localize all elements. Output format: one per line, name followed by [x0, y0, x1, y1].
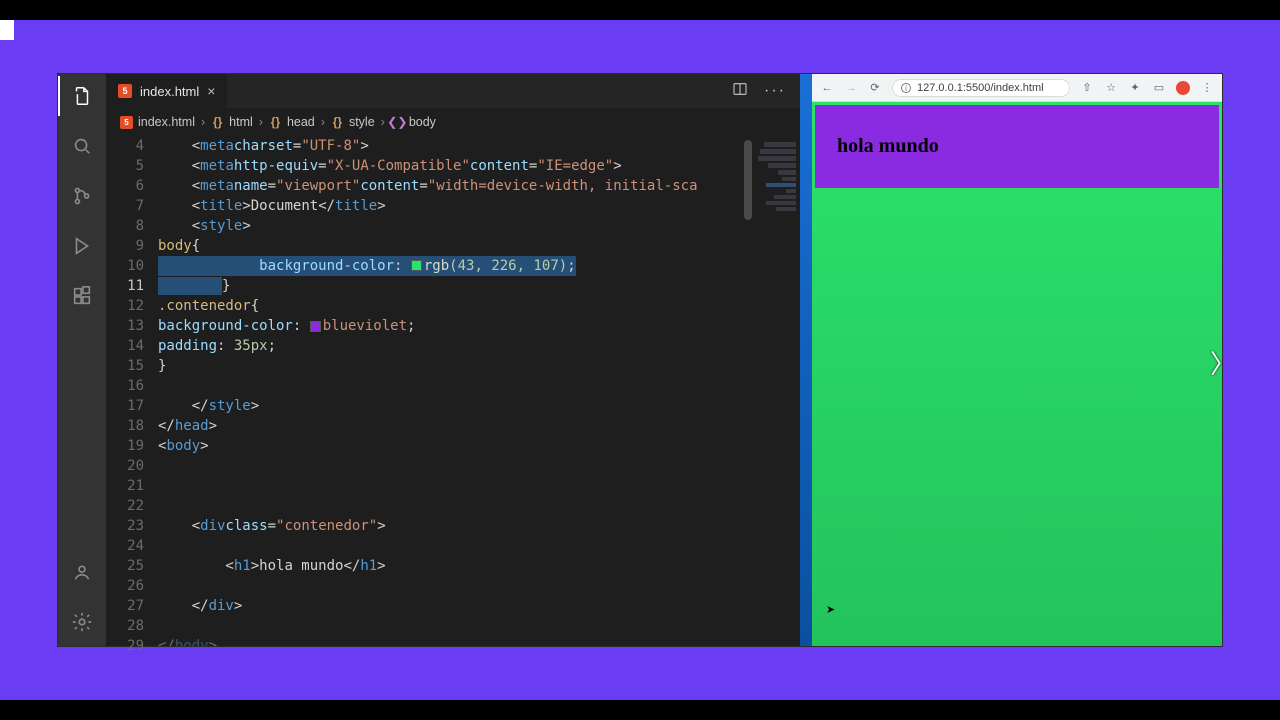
minimap[interactable]: [754, 136, 800, 646]
code-content[interactable]: <meta charset="UTF-8"> <meta http-equiv=…: [158, 136, 800, 646]
scrollbar-thumb[interactable]: [744, 140, 752, 220]
url-text: 127.0.0.1:5500/index.html: [917, 82, 1044, 94]
editor-scrollbar[interactable]: [742, 136, 754, 646]
breadcrumbs[interactable]: 5index.html › {}html › {}head › {}style …: [106, 108, 800, 136]
panel-icon[interactable]: ▭: [1152, 81, 1166, 95]
corner-chip: [0, 20, 14, 40]
html-file-icon: 5: [120, 116, 133, 129]
split-editor-icon[interactable]: [732, 81, 748, 102]
forward-icon[interactable]: →: [844, 81, 858, 95]
brace-icon: {}: [269, 116, 282, 129]
activity-bar: [58, 74, 106, 646]
extension-puzzle-icon[interactable]: ✦: [1128, 81, 1142, 95]
crumb-file: index.html: [138, 115, 195, 129]
close-tab-icon[interactable]: ×: [207, 83, 215, 99]
browser-toolbar: ← → ⟳ i 127.0.0.1:5500/index.html ⇧ ☆ ✦ …: [812, 74, 1222, 102]
crumb-style: style: [349, 115, 375, 129]
extensions-icon[interactable]: [68, 282, 96, 310]
profile-badge-icon[interactable]: [1176, 81, 1190, 95]
tab-label: index.html: [140, 84, 199, 99]
chevron-right-icon: ›: [381, 115, 385, 129]
chevron-right-icon: ›: [201, 115, 205, 129]
letterbox-top: [0, 0, 1280, 20]
back-icon[interactable]: ←: [820, 81, 834, 95]
reload-icon[interactable]: ⟳: [868, 81, 882, 95]
tab-index-html[interactable]: 5 index.html ×: [106, 74, 228, 108]
share-icon[interactable]: ⇧: [1080, 81, 1094, 95]
tag-icon: ❮❯: [391, 116, 404, 129]
address-bar[interactable]: i 127.0.0.1:5500/index.html: [892, 79, 1070, 97]
editor-area: 5 index.html × ··· 5 index.html › {} html: [106, 74, 800, 646]
chevron-right-icon[interactable]: 〉: [1210, 344, 1236, 381]
settings-gear-icon[interactable]: [68, 608, 96, 636]
crumb-html: html: [229, 115, 253, 129]
page-heading: hola mundo: [837, 135, 1197, 158]
source-control-icon[interactable]: [68, 182, 96, 210]
desktop-background: 5 index.html × ··· 5 index.html › {} html: [0, 20, 1280, 700]
contenedor-box: hola mundo: [815, 105, 1219, 188]
run-debug-icon[interactable]: [68, 232, 96, 260]
brace-icon: {}: [211, 116, 224, 129]
explorer-icon[interactable]: [68, 82, 96, 110]
letterbox-bottom: [0, 700, 1280, 720]
code-editor[interactable]: 4567891011121314151617181920212223242526…: [106, 136, 800, 646]
search-icon[interactable]: [68, 132, 96, 160]
workspace-window: 5 index.html × ··· 5 index.html › {} html: [57, 73, 1223, 647]
line-gutter: 4567891011121314151617181920212223242526…: [106, 136, 158, 646]
bookmark-icon[interactable]: ☆: [1104, 81, 1118, 95]
crumb-head: head: [287, 115, 315, 129]
kebab-menu-icon[interactable]: ⋮: [1200, 81, 1214, 95]
chevron-right-icon: ›: [259, 115, 263, 129]
browser-window: ← → ⟳ i 127.0.0.1:5500/index.html ⇧ ☆ ✦ …: [812, 74, 1222, 646]
html-file-icon: 5: [118, 84, 132, 98]
editor-tabs: 5 index.html × ···: [106, 74, 800, 108]
page-viewport: hola mundo ➤: [812, 102, 1222, 646]
account-icon[interactable]: [68, 558, 96, 586]
site-info-icon[interactable]: i: [901, 83, 911, 93]
windows-desktop-strip: [800, 74, 812, 646]
more-actions-icon[interactable]: ···: [764, 82, 786, 100]
mouse-cursor-icon: ➤: [826, 603, 835, 616]
crumb-body: body: [409, 115, 436, 129]
brace-icon: {}: [331, 116, 344, 129]
vscode-editor: 5 index.html × ··· 5 index.html › {} html: [58, 74, 800, 646]
chevron-right-icon: ›: [321, 115, 325, 129]
